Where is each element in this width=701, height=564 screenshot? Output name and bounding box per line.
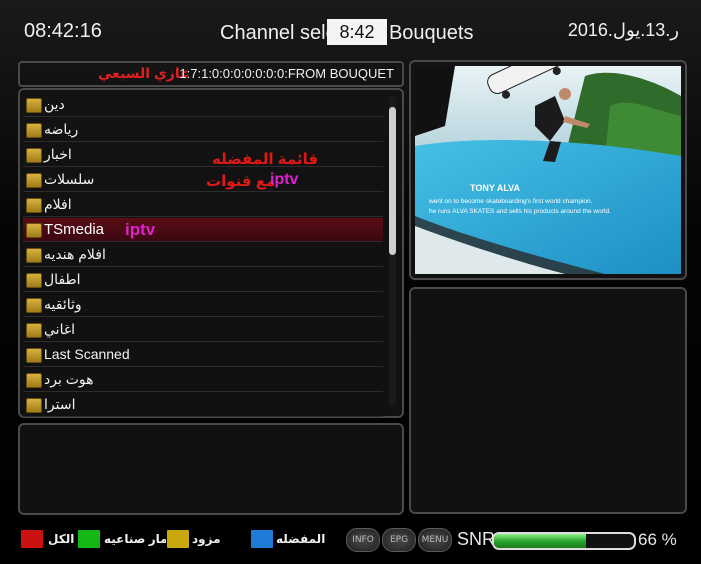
bouquet-row[interactable]: سلسلات (23, 168, 383, 192)
menu-button[interactable]: MENU (418, 528, 452, 552)
bouquet-row[interactable]: اطفال (23, 268, 383, 292)
annotation-iptv-secondary: iptv (270, 171, 299, 188)
bouquet-list[interactable]: دين رياضه اخبار سلسلات افلام TSmedia افلام هند… (18, 88, 404, 418)
bouquet-label: اغاني (44, 321, 76, 337)
folder-icon (26, 173, 42, 188)
snr-value: 66 % (638, 530, 677, 549)
folder-icon (26, 123, 42, 138)
bouquet-label: دين (44, 96, 65, 112)
folder-icon (26, 148, 42, 163)
snr-meter (492, 532, 636, 550)
annotation-iptv: iptv (125, 220, 156, 239)
clock: 08:42:16 (24, 20, 102, 42)
caption-line-2: he runs ALVA SKATES and sells his produc… (429, 208, 611, 215)
scroll-thumb[interactable] (389, 107, 396, 255)
scrollbar[interactable] (389, 96, 396, 406)
yellow-key-label: مزود (192, 532, 221, 546)
bouquet-label: استرا (44, 396, 76, 412)
date: 2016.ر.13.يول (567, 20, 679, 40)
folder-icon (26, 198, 42, 213)
info-button[interactable]: INFO (346, 528, 380, 552)
folder-icon (26, 248, 42, 263)
folder-icon (26, 398, 42, 413)
header-bar: 08:42:16 Channel selec ( ) - Bouquets 8:… (0, 0, 701, 60)
bouquet-row[interactable]: اغاني (23, 318, 383, 342)
folder-icon (26, 298, 42, 313)
red-key-button[interactable] (20, 529, 44, 549)
bouquet-label: هوت برد (44, 371, 94, 387)
bouquet-label: رياضه (44, 121, 79, 137)
bouquet-row[interactable]: رياضه (23, 118, 383, 142)
snr-label: SNR (457, 529, 496, 549)
service-path: 1:7:1:0:0:0:0:0:0:0:FROM BOUQUET (179, 66, 394, 81)
bouquet-row[interactable]: وثائقيه (23, 293, 383, 317)
bouquet-label: اخبار (44, 146, 72, 162)
bouquet-label: Last Scanned (44, 346, 130, 362)
bouquet-row[interactable]: دين (23, 93, 383, 117)
video-preview-panel: TONY ALVA went on to become skateboardin… (409, 60, 687, 280)
service-path-bar: غازي السبعي 1:7:1:0:0:0:0:0:0:0:FROM BOU… (18, 61, 404, 87)
bouquet-row[interactable]: هوت برد (23, 368, 383, 392)
key-bar: الكل اقمار صناعيه مزود المفضله INFO EPG … (0, 524, 701, 564)
epg-button[interactable]: EPG (382, 528, 416, 552)
red-key-label: الكل (48, 532, 75, 546)
folder-icon (26, 98, 42, 113)
bouquet-row[interactable]: افلام (23, 193, 383, 217)
epg-panel (409, 287, 687, 514)
blue-key-label: المفضله (276, 532, 326, 546)
bouquet-row[interactable]: TSmedia (23, 218, 383, 242)
annotation-with-channels: مع قنوات (206, 173, 276, 190)
bouquet-row[interactable]: افلام هنديه (23, 243, 383, 267)
folder-icon (26, 223, 42, 238)
annotation-favorites: قائمة المفضله (212, 151, 319, 168)
snr-fill (494, 534, 587, 548)
bouquet-row[interactable]: Last Scanned (23, 343, 383, 367)
caption-line-1: went on to become skateboarding's first … (428, 198, 593, 205)
time-overlay: 8:42 (327, 19, 387, 45)
folder-icon (26, 323, 42, 338)
folder-icon (26, 348, 42, 363)
green-key-button[interactable] (77, 529, 101, 549)
bouquet-label: افلام هنديه (44, 246, 106, 262)
bouquet-label: افلام (44, 196, 72, 212)
folder-icon (26, 273, 42, 288)
bouquet-label: سلسلات (44, 171, 95, 187)
caption-title: TONY ALVA (470, 183, 521, 193)
event-info-panel (18, 423, 404, 515)
yellow-key-button[interactable] (166, 529, 190, 549)
bouquet-label: TSmedia (44, 221, 105, 238)
folder-icon (26, 373, 42, 388)
bouquet-label: وثائقيه (44, 296, 82, 312)
bouquet-label: اطفال (44, 271, 81, 287)
bouquet-row[interactable]: استرا (23, 393, 383, 417)
owner-name: غازي السبعي (98, 65, 190, 81)
blue-key-button[interactable] (250, 529, 274, 549)
bouquet-row[interactable]: اخبار (23, 143, 383, 167)
video-preview: TONY ALVA went on to become skateboardin… (415, 66, 681, 274)
